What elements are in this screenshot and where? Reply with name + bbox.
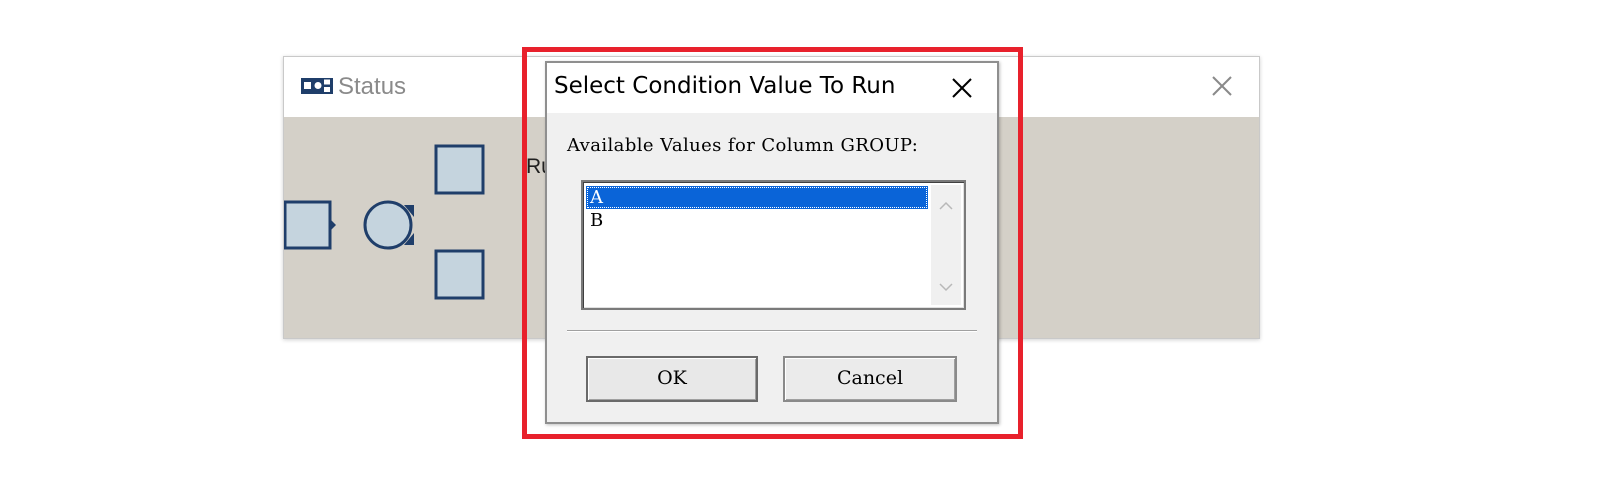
workflow-connector-arrow bbox=[330, 219, 336, 231]
dialog-title: Select Condition Value To Run bbox=[554, 73, 896, 99]
listbox-items: A B bbox=[586, 186, 928, 232]
screen: Status Ru Select Condition Value To Run bbox=[0, 0, 1600, 479]
dialog-titlebar[interactable]: Select Condition Value To Run bbox=[547, 63, 997, 113]
close-icon[interactable] bbox=[947, 73, 977, 103]
workflow-diagram bbox=[284, 144, 485, 300]
separator bbox=[567, 330, 977, 332]
close-icon[interactable] bbox=[1207, 71, 1237, 101]
workflow-node-output-top bbox=[434, 144, 485, 195]
list-item-a[interactable]: A bbox=[586, 186, 928, 209]
workflow-icon bbox=[301, 78, 333, 94]
chevron-up-icon[interactable] bbox=[938, 198, 954, 214]
cancel-button[interactable]: Cancel bbox=[783, 356, 957, 402]
listbox-scrollbar[interactable] bbox=[931, 185, 961, 305]
workflow-node-output-bottom bbox=[434, 249, 485, 300]
list-item-b[interactable]: B bbox=[586, 209, 928, 232]
workflow-node-process bbox=[363, 200, 413, 250]
ok-button[interactable]: OK bbox=[586, 356, 758, 402]
select-condition-dialog: Select Condition Value To Run Available … bbox=[545, 61, 999, 424]
chevron-down-icon[interactable] bbox=[938, 279, 954, 295]
values-listbox[interactable]: A B bbox=[581, 180, 966, 310]
available-values-label: Available Values for Column GROUP: bbox=[567, 135, 919, 156]
workflow-node-input bbox=[284, 200, 332, 250]
status-window-title: Status bbox=[338, 73, 407, 100]
